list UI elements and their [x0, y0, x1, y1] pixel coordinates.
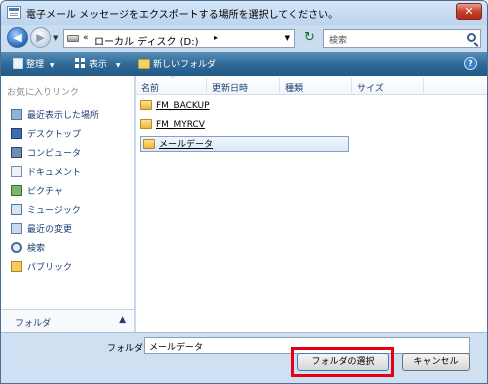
search-folder-icon — [11, 242, 22, 253]
address-dropdown[interactable]: ▼ — [285, 34, 290, 42]
column-header-modified[interactable]: 更新日時 — [212, 81, 248, 94]
breadcrumb-overflow[interactable]: « — [83, 33, 89, 43]
public-folder-icon — [11, 261, 22, 272]
folder-icon — [140, 119, 152, 129]
navigation-pane: お気に入りリンク 最近表示した場所 デスクトップ コンピュータ ドキュメント ピ… — [1, 76, 135, 332]
column-divider[interactable] — [351, 78, 352, 93]
music-icon — [11, 204, 22, 215]
search-placeholder: 検索 — [329, 36, 348, 46]
recent-pages-dropdown[interactable]: ▼ — [53, 34, 58, 42]
folder-icon — [143, 139, 155, 149]
nav-item-label: デスクトップ — [27, 130, 82, 140]
column-header-type[interactable]: 種類 — [285, 81, 303, 94]
help-button[interactable]: ? — [464, 57, 477, 70]
sort-ascending-icon: ^ — [170, 75, 176, 83]
new-folder-button[interactable]: 新しいフォルダ — [138, 57, 216, 70]
cancel-button[interactable]: キャンセル — [402, 353, 470, 371]
breadcrumb-location[interactable]: ローカル ディスク (D:) — [94, 33, 199, 48]
views-dropdown-icon: ▼ — [115, 62, 121, 69]
nav-item-label: 最近表示した場所 — [27, 111, 100, 121]
forward-button[interactable]: ▶ — [30, 27, 51, 48]
documents-icon — [11, 166, 22, 177]
address-row: ◀ ▶ ▼ « ローカル ディスク (D:) ▸ ▼ ↻ 検索 — [1, 25, 487, 51]
views-icon — [75, 58, 86, 69]
organize-icon — [13, 58, 23, 69]
column-divider[interactable] — [206, 78, 207, 93]
search-input[interactable]: 検索 — [323, 29, 481, 48]
organize-dropdown-icon: ▼ — [49, 62, 55, 69]
nav-item-label: ミュージック — [27, 206, 81, 216]
recent-places-icon — [11, 109, 22, 120]
views-label: 表示 — [89, 60, 108, 70]
folders-label: フォルダ — [15, 319, 52, 329]
column-header-size[interactable]: サイズ — [357, 81, 384, 94]
chevron-up-icon[interactable]: ▲ — [119, 315, 126, 325]
select-folder-button[interactable]: フォルダの選択 — [297, 353, 389, 371]
column-header-name[interactable]: 名前 — [141, 81, 159, 94]
folder-select-dialog: 電子メール メッセージをエクスポートする場所を選択してください。 ✕ ◀ ▶ ▼… — [0, 0, 488, 384]
folder-row[interactable]: FM_MYRCV — [140, 119, 350, 135]
folder-field-label: フォルダ: — [107, 344, 147, 354]
folder-icon — [140, 100, 152, 110]
nav-item-desktop[interactable]: デスクトップ — [11, 127, 81, 143]
breadcrumb-chevron[interactable]: ▸ — [214, 33, 218, 42]
drive-icon — [67, 35, 79, 42]
new-folder-label: 新しいフォルダ — [153, 60, 217, 70]
folder-name: FM_BACKUP — [156, 101, 210, 111]
folders-section-header[interactable]: フォルダ ▲ — [1, 309, 134, 332]
nav-item-recent-changes[interactable]: 最近の変更 — [11, 222, 72, 238]
column-header-row: 名前 ^ 更新日時 種類 サイズ — [136, 75, 487, 95]
desktop-icon — [11, 128, 22, 139]
nav-item-label: 最近の変更 — [27, 225, 73, 235]
nav-item-label: 検索 — [27, 244, 46, 254]
nav-item-public[interactable]: パブリック — [11, 260, 72, 276]
nav-item-pictures[interactable]: ピクチャ — [11, 184, 63, 200]
close-button[interactable]: ✕ — [456, 3, 482, 20]
nav-item-label: ドキュメント — [27, 168, 82, 178]
folder-name: メールデータ — [159, 140, 214, 150]
dialog-icon — [7, 6, 21, 19]
address-bar[interactable]: « ローカル ディスク (D:) ▸ ▼ — [63, 29, 295, 48]
folder-name: FM_MYRCV — [156, 120, 205, 130]
organize-label: 整理 — [26, 60, 45, 70]
folder-row[interactable]: FM_BACKUP — [140, 100, 350, 116]
nav-item-music[interactable]: ミュージック — [11, 203, 81, 219]
file-list: 名前 ^ 更新日時 種類 サイズ FM_BACKUP FM_MYRCV メールデ… — [136, 75, 487, 332]
nav-item-label: パブリック — [27, 263, 73, 273]
back-button[interactable]: ◀ — [7, 27, 28, 48]
column-divider[interactable] — [279, 78, 280, 93]
nav-item-label: コンピュータ — [27, 149, 82, 159]
search-icon[interactable] — [467, 33, 476, 42]
command-toolbar: 整理 ▼ 表示 ▼ 新しいフォルダ ? — [1, 52, 487, 76]
pictures-icon — [11, 185, 22, 196]
computer-icon — [11, 147, 22, 158]
views-button[interactable]: 表示 ▼ — [75, 57, 121, 70]
folder-row-selected[interactable]: メールデータ — [140, 136, 349, 152]
refresh-button[interactable]: ↻ — [300, 29, 319, 48]
nav-item-searches[interactable]: 検索 — [11, 241, 45, 257]
column-divider[interactable] — [423, 78, 424, 93]
nav-item-recent-places[interactable]: 最近表示した場所 — [11, 108, 99, 124]
favorite-links-title: お気に入りリンク — [7, 88, 80, 98]
new-folder-icon — [138, 59, 150, 69]
organize-button[interactable]: 整理 ▼ — [13, 57, 55, 70]
recent-changes-icon — [11, 223, 22, 234]
nav-item-label: ピクチャ — [27, 187, 63, 197]
nav-item-documents[interactable]: ドキュメント — [11, 165, 81, 181]
nav-item-computer[interactable]: コンピュータ — [11, 146, 81, 162]
dialog-title: 電子メール メッセージをエクスポートする場所を選択してください。 — [26, 10, 339, 21]
title-bar: 電子メール メッセージをエクスポートする場所を選択してください。 ✕ — [1, 1, 487, 25]
